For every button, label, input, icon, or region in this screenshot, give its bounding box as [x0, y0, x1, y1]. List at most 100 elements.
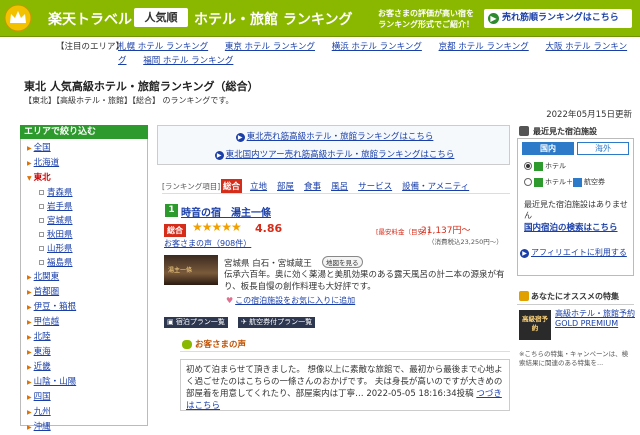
- air-plan-button[interactable]: ✈ 航空券付プラン一覧: [238, 317, 316, 328]
- tab-overall[interactable]: 総合: [221, 179, 243, 193]
- checkbox-icon: [39, 232, 44, 237]
- add-favorite-label: この宿泊施設をお気に入りに追加: [235, 296, 356, 305]
- tab-overseas[interactable]: 海外: [577, 142, 629, 155]
- tab-amenity[interactable]: 設備・アメニティ: [400, 179, 471, 193]
- checkbox-icon: [39, 260, 44, 265]
- area-item-tokai[interactable]: ▶ 東海: [27, 345, 147, 360]
- pref-item-fukushima[interactable]: 福島県: [27, 256, 147, 270]
- area-item-kitakanto[interactable]: ▶ 北関東: [27, 270, 147, 285]
- bestseller-ranking-label: 売れ筋順ランキングはこちら: [502, 13, 619, 23]
- map-button[interactable]: 地図を見る: [322, 256, 363, 268]
- triangle-icon: ▶: [27, 394, 32, 401]
- customer-voice-heading: お客さまの声: [182, 338, 246, 350]
- ranking-category-label: [ランキング項目]: [162, 182, 221, 191]
- banner-catch-line: お客さまの評価が高い宿を: [378, 9, 474, 18]
- hotel-name-link[interactable]: 時音の宿 湯主一條: [181, 204, 271, 219]
- area-link-sapporo[interactable]: 札幌 ホテル ランキング: [118, 42, 208, 52]
- arrow-right-icon: ▶: [214, 151, 224, 160]
- pref-item-label: 秋田県: [47, 230, 73, 240]
- stay-plan-button[interactable]: ▣ 宿泊プラン一覧: [164, 317, 228, 328]
- pref-item-aomori[interactable]: 青森県: [27, 186, 147, 200]
- area-item-hokkaido[interactable]: ▶ 北海道: [27, 156, 147, 171]
- radio-hotel-label: ホテル: [545, 162, 566, 170]
- triangle-icon: ▶: [27, 334, 32, 341]
- updated-date: 2022年05月15日更新: [546, 110, 632, 120]
- tab-domestic[interactable]: 国内: [522, 142, 574, 155]
- area-item-tohoku: ▼ 東北: [27, 171, 147, 186]
- divider: [517, 304, 634, 305]
- triangle-icon: ▼: [27, 175, 32, 182]
- tab-service[interactable]: サービス: [356, 179, 394, 193]
- pref-item-akita[interactable]: 秋田県: [27, 228, 147, 242]
- affiliate-link[interactable]: ▶ アフィリエイトに利用する: [520, 247, 632, 258]
- bed-icon: ▣: [167, 318, 176, 326]
- area-item-shikoku[interactable]: ▶ 四国: [27, 390, 147, 405]
- area-item-sanin-sanyo[interactable]: ▶ 山陰・山陽: [27, 375, 147, 390]
- banner-catchcopy: お客さまの評価が高い宿を ランキング形式でご紹介！: [346, 8, 474, 30]
- triangle-icon: ▶: [27, 289, 32, 296]
- overall-score-badge: 総合: [164, 224, 186, 237]
- recommend-note: ※こちらの特集・キャンペーンは、検索結果に関連のある特集を...: [519, 350, 629, 367]
- area-item-kinki[interactable]: ▶ 近畿: [27, 360, 147, 375]
- radio-selected-icon: [524, 162, 532, 170]
- banner-catch-line: ランキング形式でご紹介！: [378, 20, 474, 29]
- area-item-label: 北海道: [33, 158, 60, 168]
- area-item-label: 沖縄: [33, 422, 51, 432]
- arrow-right-icon: ▶: [488, 13, 499, 24]
- triangle-icon: ▶: [27, 424, 32, 431]
- recently-viewed-heading: 最近見た宿泊施設: [517, 125, 634, 138]
- area-item-label: 東北: [33, 173, 51, 183]
- checkbox-icon: [39, 204, 44, 209]
- tab-location[interactable]: 立地: [248, 179, 269, 193]
- radio-hotel[interactable]: ホテル: [524, 161, 566, 171]
- area-item-koshinetsu[interactable]: ▶ 甲信越: [27, 315, 147, 330]
- area-item-label: 近畿: [33, 362, 51, 372]
- crown-icon: [4, 4, 32, 32]
- area-item-kyushu[interactable]: ▶ 九州: [27, 405, 147, 420]
- tab-meal[interactable]: 食事: [302, 179, 323, 193]
- domestic-search-link[interactable]: 国内宿泊の検索はこちら: [524, 223, 630, 234]
- tab-bath[interactable]: 風呂: [329, 179, 350, 193]
- area-link-fukuoka[interactable]: 福岡 ホテル ランキング: [143, 56, 233, 66]
- review-text: 初めて泊まらせて頂きました。 想像以上に素敵な旅館で、最初から最後まで心地よく過…: [186, 365, 503, 399]
- add-favorite-link[interactable]: ♥ この宿泊施設をお気に入りに追加: [226, 295, 355, 306]
- area-item-hokuriku[interactable]: ▶ 北陸: [27, 330, 147, 345]
- premium-banner-image[interactable]: 高級宿予約: [519, 310, 551, 340]
- radio-hotel-air[interactable]: ホテル＋ 航空券: [524, 177, 605, 187]
- area-item-okinawa[interactable]: ▶ 沖縄: [27, 420, 147, 435]
- attention-area-label: 【注目のエリア】: [56, 42, 125, 52]
- area-item-shutoken[interactable]: ▶ 首都圏: [27, 285, 147, 300]
- pref-item-miyagi[interactable]: 宮城県: [27, 214, 147, 228]
- hotel-icon: [534, 161, 543, 171]
- area-item-izu-hakone[interactable]: ▶ 伊豆・箱根: [27, 300, 147, 315]
- tab-room[interactable]: 部屋: [275, 179, 296, 193]
- plane-icon: [573, 177, 582, 187]
- hotel-thumbnail[interactable]: 湯主一條: [164, 255, 218, 285]
- area-link-yokohama[interactable]: 横浜 ホテル ランキング: [332, 42, 422, 52]
- bestseller-tour-ranking-link[interactable]: ▶ 東北国内ツアー売れ筋高級ホテル・旅館ランキングはこちら: [158, 148, 511, 160]
- radio-combo-label: ホテル＋: [545, 178, 573, 186]
- bestseller-hotel-ranking-link[interactable]: ▶ 東北売れ筋高級ホテル・旅館ランキングはこちら: [158, 130, 511, 142]
- area-item-all[interactable]: ▶ 全国: [27, 141, 147, 156]
- pref-item-yamagata[interactable]: 山形県: [27, 242, 147, 256]
- feature-icon: [519, 291, 529, 301]
- area-link-kyoto[interactable]: 京都 ホテル ランキング: [439, 42, 529, 52]
- bestseller-ranking-link[interactable]: ▶ 売れ筋順ランキングはこちら: [484, 9, 632, 28]
- banner-title-brand: 楽天トラベル: [48, 12, 132, 28]
- hotel-icon: [534, 177, 543, 187]
- recommend-heading: あなたにオススメの特集: [519, 291, 619, 302]
- checkbox-icon: [39, 190, 44, 195]
- pref-item-iwate[interactable]: 岩手県: [27, 200, 147, 214]
- affiliate-label: アフィリエイトに利用する: [531, 248, 627, 257]
- premium-feature-link[interactable]: 高級ホテル・旅館予約 GOLD PREMIUM: [555, 309, 635, 329]
- arrow-right-icon: ▶: [235, 133, 245, 142]
- ranking-link-label: 東北国内ツアー売れ筋高級ホテル・旅館ランキングはこちら: [225, 150, 455, 160]
- speech-bubble-icon: [182, 340, 192, 349]
- triangle-icon: ▶: [27, 160, 32, 167]
- area-filter-heading: エリアで絞り込む: [20, 125, 148, 139]
- air-plan-label: 航空券付プラン一覧: [249, 318, 313, 326]
- rank-number-badge: 1: [165, 204, 178, 217]
- area-filter-list: ▶ 全国 ▶ 北海道 ▼ 東北 青森県 岩手県 宮城県 秋田県 山形県 福島県 ▶ 北関…: [20, 139, 148, 432]
- reviews-link[interactable]: お客さまの声（908件）: [164, 238, 251, 249]
- area-link-tokyo[interactable]: 東京 ホテル ランキング: [225, 42, 315, 52]
